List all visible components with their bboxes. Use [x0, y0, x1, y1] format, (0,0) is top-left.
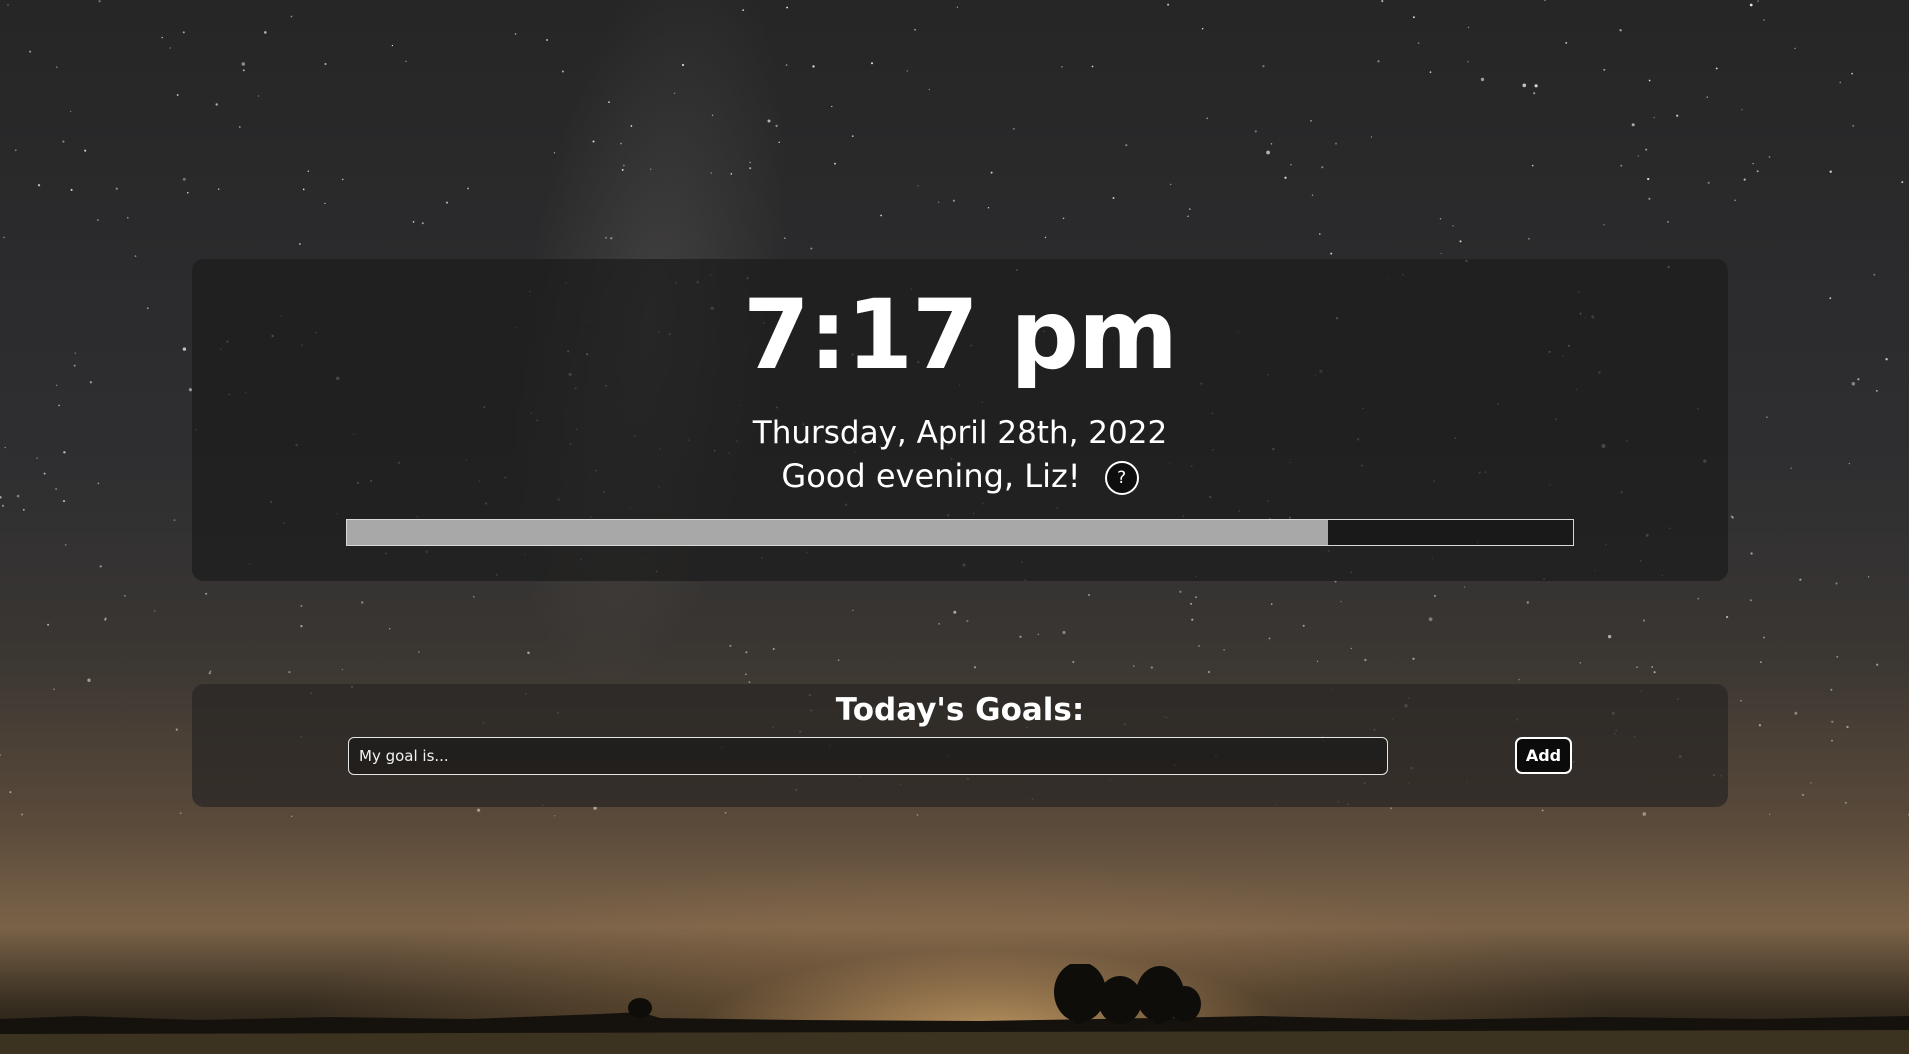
greeting-text: Good evening, Liz!: [781, 457, 1081, 495]
help-button[interactable]: ?: [1104, 461, 1139, 496]
add-goal-button[interactable]: Add: [1515, 737, 1572, 774]
goals-title: Today's Goals:: [835, 692, 1085, 728]
clock-time: 7:17 pm: [743, 279, 1178, 391]
goal-input[interactable]: [348, 737, 1388, 775]
question-mark-icon: ?: [1117, 468, 1127, 489]
clock-card: 7:17 pm Thursday, April 28th, 2022 Good …: [192, 259, 1728, 581]
day-progress-fill: [347, 520, 1328, 545]
day-progress-bar: [346, 519, 1574, 546]
goals-card: Today's Goals: Add: [192, 684, 1728, 807]
tree-silhouettes: [628, 964, 1201, 1024]
current-date: Thursday, April 28th, 2022: [752, 415, 1168, 451]
greeting-row: Good evening, Liz! ?: [192, 457, 1728, 496]
landscape-silhouette: [0, 964, 1909, 1054]
